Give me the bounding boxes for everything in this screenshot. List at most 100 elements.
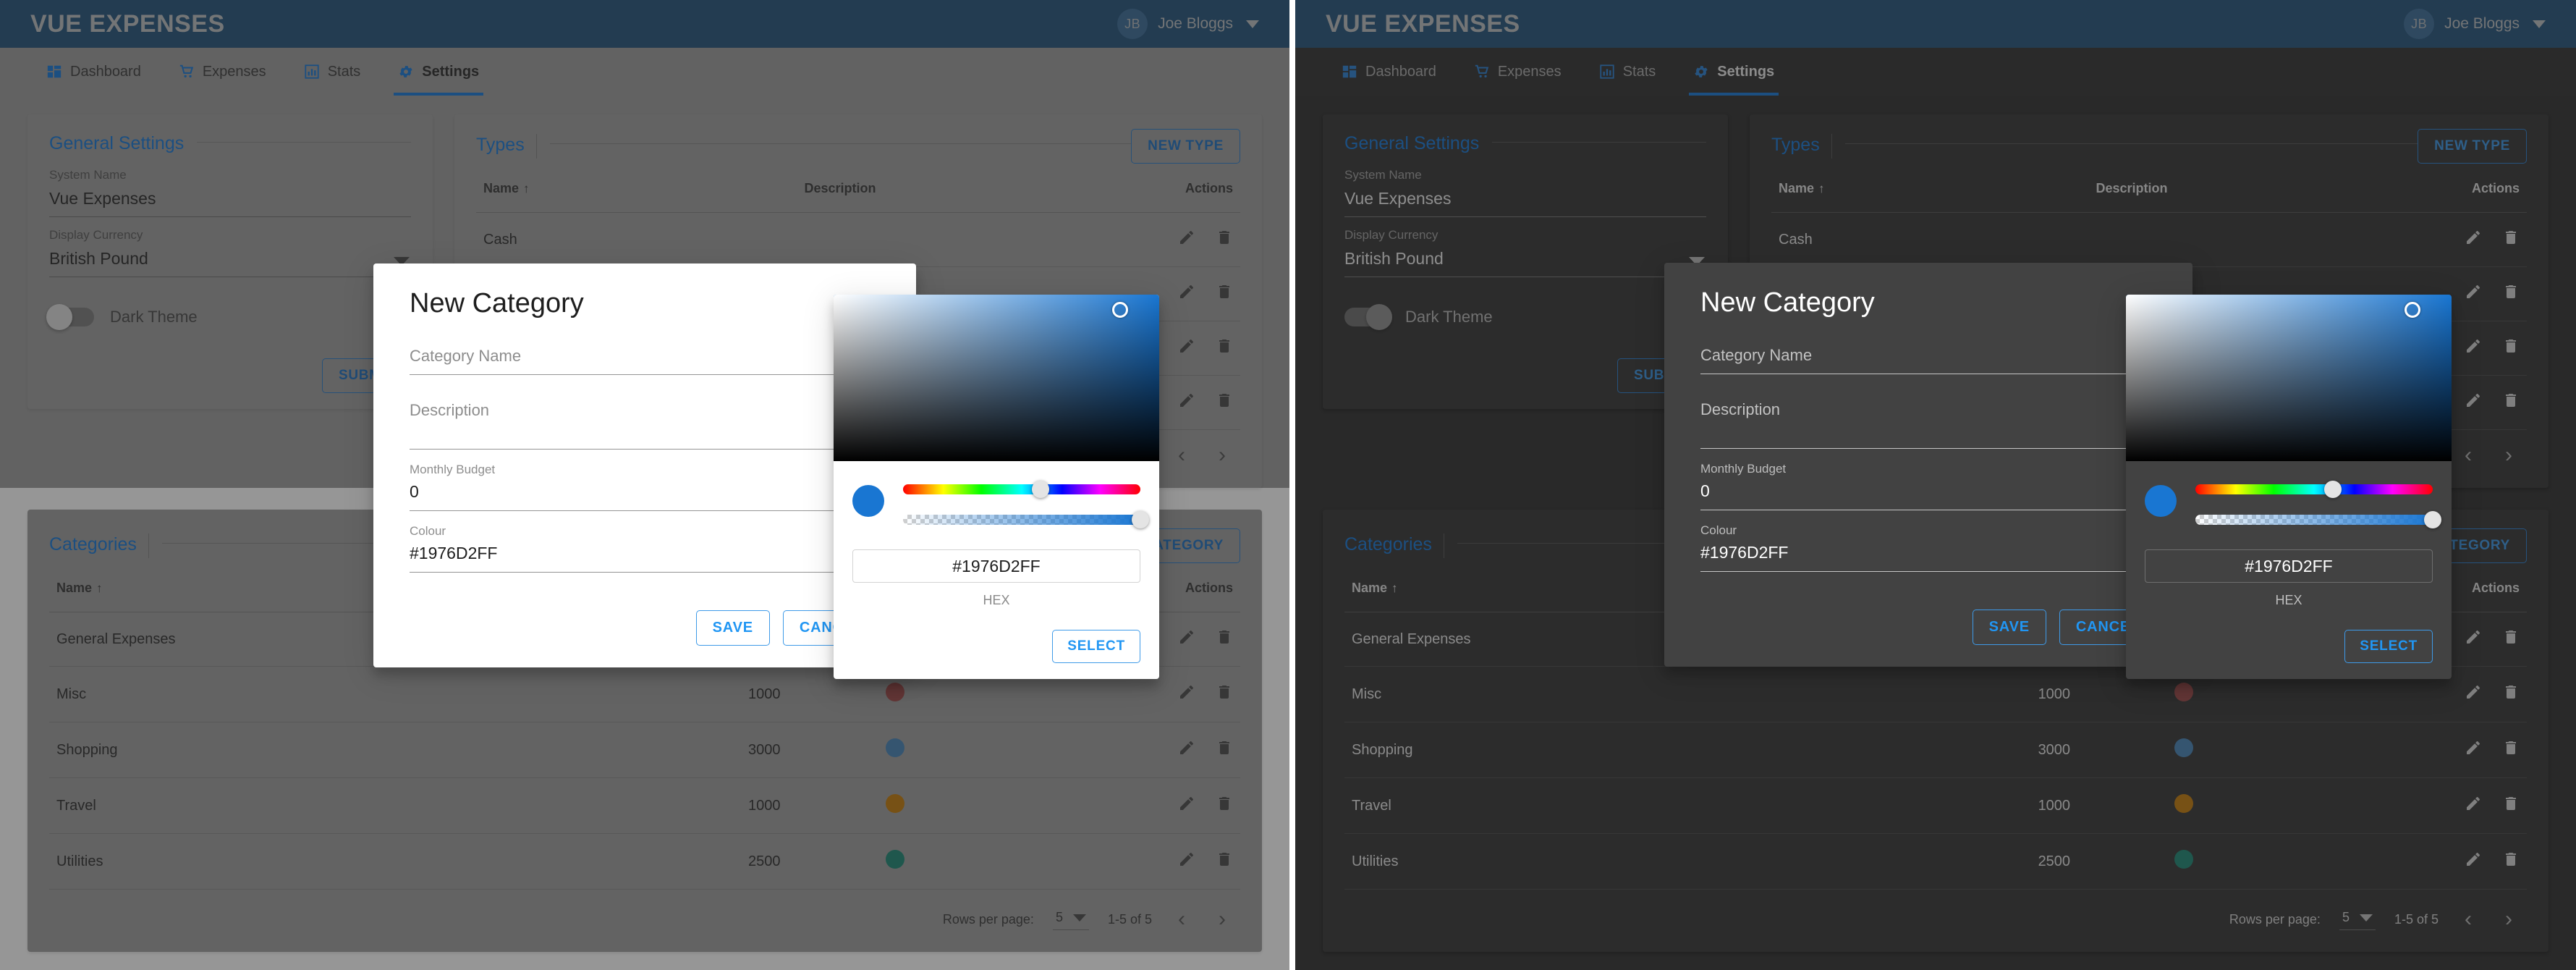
table-row[interactable]: Cash (1771, 213, 2527, 267)
next-page-button[interactable]: › (1211, 444, 1233, 466)
select-colour-button[interactable]: SELECT (1052, 630, 1140, 663)
alpha-slider[interactable] (2195, 515, 2433, 525)
edit-icon[interactable] (2465, 337, 2482, 359)
hex-input[interactable]: #1976D2FF (2145, 549, 2433, 583)
nav-item-dashboard[interactable]: Dashboard (27, 48, 160, 96)
delete-icon[interactable] (2502, 739, 2520, 761)
edit-icon[interactable] (1178, 683, 1195, 705)
delete-icon[interactable] (2502, 337, 2520, 359)
delete-icon[interactable] (1216, 795, 1233, 817)
nav-item-settings[interactable]: Settings (1674, 48, 1793, 96)
delete-icon[interactable] (2502, 283, 2520, 305)
delete-icon[interactable] (1216, 739, 1233, 761)
table-row[interactable]: Travel 1000 (1344, 778, 2527, 834)
edit-icon[interactable] (2465, 229, 2482, 250)
nav-item-settings[interactable]: Settings (379, 48, 498, 96)
edit-icon[interactable] (1178, 229, 1195, 250)
user-menu[interactable]: JB Joe Bloggs (2404, 9, 2546, 39)
colour-field[interactable]: Colour #1976D2FF (410, 523, 880, 573)
table-row[interactable]: Shopping 3000 (1344, 722, 2527, 778)
nav-item-expenses[interactable]: Expenses (1455, 48, 1580, 96)
nav-item-stats[interactable]: Stats (285, 48, 380, 96)
table-row[interactable]: Cash (476, 213, 1240, 267)
category-name-field[interactable]: Category Name (1700, 343, 2156, 374)
dark-theme-toggle[interactable] (49, 308, 94, 326)
saturation-value-area[interactable] (834, 295, 1159, 461)
table-row[interactable]: Utilities 2500 (49, 834, 1240, 890)
delete-icon[interactable] (1216, 683, 1233, 705)
colour-field[interactable]: Colour #1976D2FF (1700, 522, 2156, 572)
display-currency-field[interactable]: Display Currency British Pound (49, 227, 411, 277)
prev-page-button[interactable]: ‹ (2457, 908, 2479, 930)
table-row[interactable]: Utilities 2500 (1344, 834, 2527, 890)
nav-item-dashboard[interactable]: Dashboard (1323, 48, 1455, 96)
types-col-description[interactable]: Description (797, 164, 1088, 213)
delete-icon[interactable] (2502, 392, 2520, 413)
delete-icon[interactable] (1216, 851, 1233, 872)
edit-icon[interactable] (2465, 851, 2482, 872)
sv-cursor-handle[interactable] (2405, 302, 2420, 318)
edit-icon[interactable] (1178, 283, 1195, 305)
save-button[interactable]: SAVE (696, 610, 770, 646)
delete-icon[interactable] (1216, 229, 1233, 250)
delete-icon[interactable] (1216, 283, 1233, 305)
display-currency-field[interactable]: Display Currency British Pound (1344, 227, 1706, 277)
nav-item-stats[interactable]: Stats (1580, 48, 1675, 96)
edit-icon[interactable] (2465, 283, 2482, 305)
edit-icon[interactable] (2465, 683, 2482, 705)
delete-icon[interactable] (1216, 628, 1233, 650)
hue-slider-thumb[interactable] (1032, 481, 1049, 498)
edit-icon[interactable] (1178, 851, 1195, 872)
prev-page-button[interactable]: ‹ (2457, 444, 2479, 466)
delete-icon[interactable] (2502, 229, 2520, 250)
alpha-slider-thumb[interactable] (2424, 511, 2441, 528)
category-name-field[interactable]: Category Name (410, 344, 880, 375)
edit-icon[interactable] (1178, 739, 1195, 761)
edit-icon[interactable] (2465, 392, 2482, 413)
hue-slider-thumb[interactable] (2324, 481, 2342, 498)
delete-icon[interactable] (2502, 683, 2520, 705)
edit-icon[interactable] (2465, 628, 2482, 650)
prev-page-button[interactable]: ‹ (1171, 908, 1192, 930)
edit-icon[interactable] (1178, 392, 1195, 413)
hue-slider[interactable] (2195, 484, 2433, 494)
description-field[interactable]: Description (410, 398, 880, 450)
alpha-slider-thumb[interactable] (1132, 511, 1149, 528)
edit-icon[interactable] (1178, 337, 1195, 359)
table-row[interactable]: Shopping 3000 (49, 722, 1240, 778)
alpha-slider[interactable] (903, 515, 1140, 525)
monthly-budget-field[interactable]: Monthly Budget 0 (1700, 460, 2156, 510)
edit-icon[interactable] (2465, 795, 2482, 817)
system-name-field[interactable]: System Name Vue Expenses (49, 167, 411, 217)
delete-icon[interactable] (1216, 392, 1233, 413)
hex-input[interactable]: #1976D2FF (852, 549, 1140, 583)
delete-icon[interactable] (1216, 337, 1233, 359)
delete-icon[interactable] (2502, 628, 2520, 650)
saturation-value-area[interactable] (2126, 295, 2452, 461)
sv-cursor-handle[interactable] (1112, 302, 1128, 318)
delete-icon[interactable] (2502, 851, 2520, 872)
edit-icon[interactable] (1178, 795, 1195, 817)
next-page-button[interactable]: › (2498, 444, 2520, 466)
edit-icon[interactable] (2465, 739, 2482, 761)
dark-theme-toggle[interactable] (1344, 308, 1389, 326)
next-page-button[interactable]: › (2498, 908, 2520, 930)
delete-icon[interactable] (2502, 795, 2520, 817)
new-type-button[interactable]: NEW TYPE (1131, 129, 1240, 164)
table-row[interactable]: Travel 1000 (49, 778, 1240, 834)
user-menu[interactable]: JB Joe Bloggs (1117, 9, 1259, 39)
next-page-button[interactable]: › (1211, 908, 1233, 930)
types-col-description[interactable]: Description (2088, 164, 2376, 213)
save-button[interactable]: SAVE (1973, 610, 2046, 645)
types-col-name[interactable]: Name↑ (476, 164, 797, 213)
rows-per-page-select[interactable]: 5 (2339, 908, 2376, 930)
system-name-field[interactable]: System Name Vue Expenses (1344, 167, 1706, 217)
description-field[interactable]: Description (1700, 397, 2156, 449)
rows-per-page-select[interactable]: 5 (1053, 908, 1089, 930)
new-type-button[interactable]: NEW TYPE (2418, 129, 2527, 164)
edit-icon[interactable] (1178, 628, 1195, 650)
hue-slider[interactable] (903, 484, 1140, 494)
types-col-name[interactable]: Name↑ (1771, 164, 2088, 213)
select-colour-button[interactable]: SELECT (2344, 630, 2433, 663)
monthly-budget-field[interactable]: Monthly Budget 0 (410, 461, 880, 511)
